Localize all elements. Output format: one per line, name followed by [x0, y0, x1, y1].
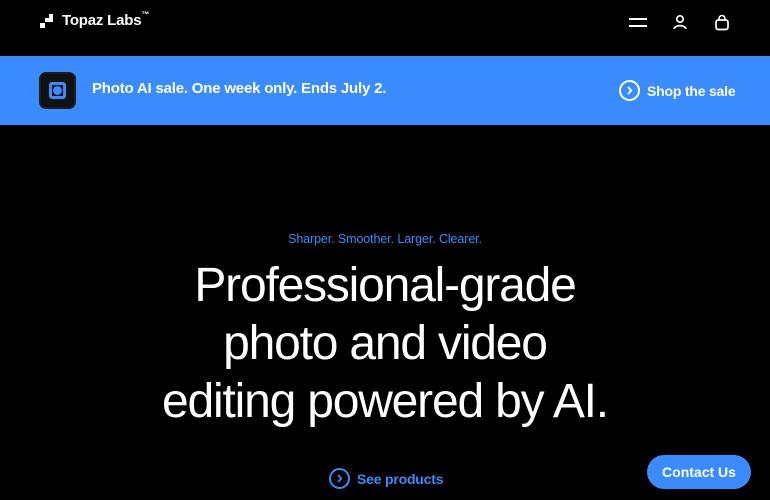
- account-icon[interactable]: [670, 12, 690, 32]
- hero-tagline: Sharper. Smoother. Larger. Clearer.: [288, 232, 482, 246]
- brand-name: Topaz Labs™: [62, 10, 150, 29]
- chevron-right-circle-icon: [329, 468, 350, 489]
- menu-icon[interactable]: [628, 12, 648, 32]
- hero-headline: Professional-grade photo and video editi…: [0, 257, 770, 431]
- chevron-right-circle-icon: [619, 80, 640, 101]
- shop-the-sale-link[interactable]: Shop the sale: [619, 80, 736, 101]
- top-navigation: Topaz Labs™: [0, 0, 770, 56]
- sale-announcement: Photo AI sale. One week only. Ends July …: [92, 80, 387, 97]
- hero-section: Sharper. Smoother. Larger. Clearer. Prof…: [0, 125, 770, 500]
- shop-the-sale-label: Shop the sale: [647, 82, 736, 99]
- headline-line: Professional-grade: [194, 259, 576, 312]
- headline-line: editing powered by AI.: [162, 375, 609, 428]
- headline-line: photo and video: [223, 317, 548, 370]
- header-icons: [628, 12, 732, 32]
- topaz-logo-icon: [40, 13, 54, 28]
- photo-ai-app-icon: [39, 72, 76, 109]
- contact-us-button[interactable]: Contact Us: [647, 455, 751, 489]
- topaz-labs-logo[interactable]: Topaz Labs™: [40, 10, 150, 29]
- cart-icon[interactable]: [712, 12, 732, 32]
- see-products-label: See products: [357, 470, 444, 487]
- see-products-link[interactable]: See products: [329, 468, 443, 489]
